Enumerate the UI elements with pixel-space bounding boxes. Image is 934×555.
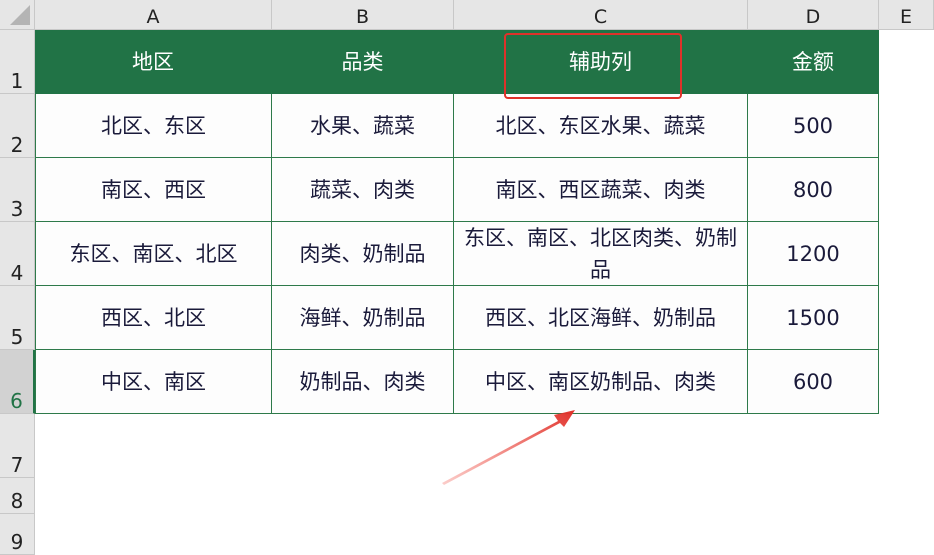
row-header-4[interactable]: 4: [0, 222, 35, 286]
column-header-E[interactable]: E: [879, 0, 934, 30]
table-cell[interactable]: 中区、南区: [35, 350, 272, 414]
table-cell[interactable]: 东区、南区、北区肉类、奶制品: [454, 222, 748, 286]
row-header-7[interactable]: 7: [0, 414, 35, 478]
table-cell[interactable]: 西区、北区海鲜、奶制品: [454, 286, 748, 350]
column-header-B[interactable]: B: [272, 0, 454, 30]
table-cell[interactable]: 南区、西区: [35, 158, 272, 222]
table-cell[interactable]: 1200: [748, 222, 879, 286]
table-cell[interactable]: 500: [748, 94, 879, 158]
table-cell[interactable]: 蔬菜、肉类: [272, 158, 454, 222]
table-cell[interactable]: 1500: [748, 286, 879, 350]
table-cell[interactable]: 800: [748, 158, 879, 222]
header-cell[interactable]: 地区: [35, 30, 272, 94]
table-cell[interactable]: 奶制品、肉类: [272, 350, 454, 414]
table-cell[interactable]: 海鲜、奶制品: [272, 286, 454, 350]
arrow-annotation: [442, 410, 575, 485]
table-cell[interactable]: 北区、东区水果、蔬菜: [454, 94, 748, 158]
table-cell[interactable]: 肉类、奶制品: [272, 222, 454, 286]
header-cell[interactable]: 辅助列: [454, 30, 748, 94]
row-header-3[interactable]: 3: [0, 158, 35, 222]
table-cell[interactable]: 南区、西区蔬菜、肉类: [454, 158, 748, 222]
row-header-8[interactable]: 8: [0, 478, 35, 514]
row-header-9[interactable]: 9: [0, 514, 35, 555]
column-header-D[interactable]: D: [748, 0, 879, 30]
table-cell[interactable]: 600: [748, 350, 879, 414]
table-cell[interactable]: 北区、东区: [35, 94, 272, 158]
table-cell[interactable]: 东区、南区、北区: [35, 222, 272, 286]
select-all-corner[interactable]: [0, 0, 35, 30]
table-cell[interactable]: 西区、北区: [35, 286, 272, 350]
row-header-5[interactable]: 5: [0, 286, 35, 350]
row-header-2[interactable]: 2: [0, 94, 35, 158]
row-header-1[interactable]: 1: [0, 30, 35, 94]
header-cell[interactable]: 品类: [272, 30, 454, 94]
column-header-A[interactable]: A: [35, 0, 272, 30]
header-cell[interactable]: 金额: [748, 30, 879, 94]
table-cell[interactable]: 水果、蔬菜: [272, 94, 454, 158]
row-header-6[interactable]: 6: [0, 350, 35, 414]
column-header-C[interactable]: C: [454, 0, 748, 30]
